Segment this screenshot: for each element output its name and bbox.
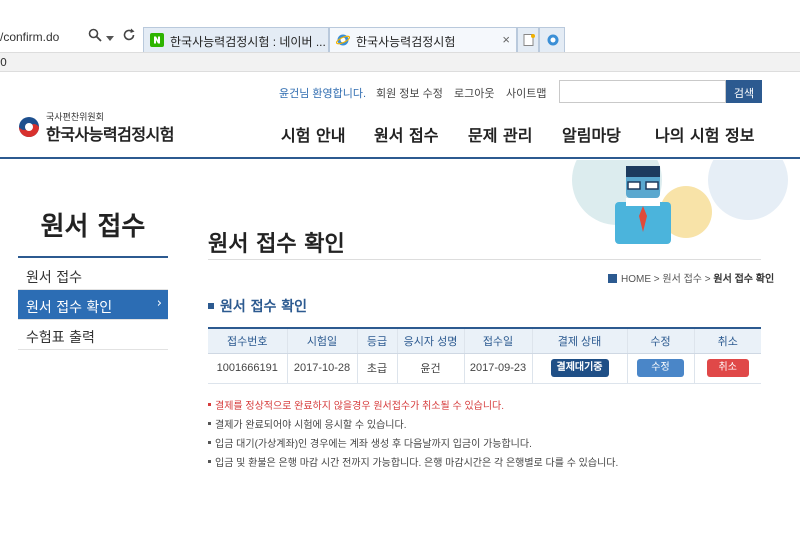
breadcrumb-separator: > (704, 274, 711, 285)
header-illustration (560, 160, 800, 250)
application-table: 접수번호 시험일 등급 응시자 성명 접수일 결제 상태 수정 취소 10016… (208, 327, 761, 384)
table-header: 접수번호 (208, 327, 287, 354)
bullet-icon (208, 422, 211, 425)
lnb-title: 원서 접수 (40, 212, 146, 242)
site-logo[interactable]: 국사편찬위원회 한국사능력검정시험 (18, 110, 178, 146)
payment-status-button[interactable]: 결제대기중 (550, 359, 609, 377)
edit-button[interactable]: 수정 (637, 359, 684, 377)
refresh-icon[interactable] (122, 28, 136, 46)
grade: 초급 (356, 353, 397, 384)
page-title: 원서 접수 확인 (208, 232, 345, 257)
notice-item: 결제가 완료되어야 시험에 응시할 수 있습니다. (208, 416, 618, 435)
table-header: 접수일 (463, 327, 532, 354)
payment-status-cell: 결제대기중 (531, 353, 627, 384)
gnb-exam-info[interactable]: 시험 안내 (281, 122, 345, 146)
breadcrumb-separator: > (653, 274, 660, 285)
lnb-item-application-confirm[interactable]: 원서 접수 확인 › (18, 290, 168, 320)
table-header: 응시자 성명 (396, 327, 464, 354)
lnb-item-application[interactable]: 원서 접수 (18, 260, 168, 290)
sitemap-link[interactable]: 사이트맵 (506, 85, 546, 101)
ie-logo-icon (546, 33, 560, 47)
notice-list: 결제를 정상적으로 완료하지 않을경우 원서접수가 취소될 수 있습니다. 결제… (208, 397, 618, 473)
chevron-right-icon: › (156, 296, 162, 311)
status-text: 0 (0, 56, 7, 69)
dropdown-arrow-icon[interactable] (106, 31, 114, 46)
search-button[interactable]: 검색 (726, 80, 762, 103)
section-title-text: 원서 접수 확인 (220, 299, 308, 315)
browser-tab-active[interactable]: 한국사능력검정시험 × (329, 27, 517, 52)
table-header-row: 접수번호 시험일 등급 응시자 성명 접수일 결제 상태 수정 취소 (208, 327, 761, 354)
notice-item: 결제를 정상적으로 완료하지 않을경우 원서접수가 취소될 수 있습니다. (208, 397, 618, 416)
gnb-my-exam-info[interactable]: 나의 시험 정보 (655, 122, 754, 146)
logo-title: 한국사능력검정시험 (46, 125, 174, 144)
gnb-notice[interactable]: 알림마당 (562, 122, 621, 146)
table-header: 등급 (356, 327, 397, 354)
bullet-icon (208, 441, 211, 444)
naver-favicon-icon (150, 33, 164, 47)
lnb-item-print-ticket[interactable]: 수험표 출력 (18, 320, 168, 350)
lnb-divider (18, 256, 168, 258)
tab-title: 한국사능력검정시험 : 네이버 ... (170, 35, 326, 49)
notice-item: 입금 대기(가상계좌)인 경우에는 계좌 생성 후 다음날까지 입금이 가능합니… (208, 435, 618, 454)
new-tab-button[interactable] (517, 27, 539, 52)
title-divider (208, 259, 761, 260)
gnb-application[interactable]: 원서 접수 (374, 122, 438, 146)
logo-emblem-icon (19, 117, 39, 137)
search-input[interactable] (559, 80, 726, 103)
breadcrumb-application[interactable]: 원서 접수 (662, 274, 702, 285)
search-icon[interactable] (88, 28, 102, 46)
tab-close-icon[interactable]: × (502, 32, 510, 47)
header-divider (0, 157, 800, 159)
new-tab-icon (522, 33, 536, 47)
utility-bar: 윤건님 환영합니다. 회원 정보 수정 로그아웃 사이트맵 검색 (0, 80, 800, 104)
ie-favicon-icon (335, 33, 351, 47)
receipt-date: 2017-09-23 (463, 353, 532, 384)
bullet-icon (208, 460, 211, 463)
gnb-question-management[interactable]: 문제 관리 (468, 122, 532, 146)
exam-date: 2017-10-28 (286, 353, 357, 384)
notice-text: 결제가 완료되어야 시험에 응시할 수 있습니다. (215, 420, 407, 431)
breadcrumb: HOME > 원서 접수 > 원서 접수 확인 (608, 270, 774, 285)
breadcrumb-home[interactable]: HOME (621, 274, 651, 285)
ie-button[interactable] (539, 27, 565, 52)
lnb-item-label: 원서 접수 (26, 270, 82, 286)
address-text[interactable]: /confirm.do (0, 30, 59, 44)
table-header: 결제 상태 (531, 327, 627, 354)
welcome-text: 윤건님 환영합니다. (279, 88, 367, 100)
lnb-item-label: 원서 접수 확인 (26, 300, 113, 316)
table-header: 취소 (693, 327, 761, 354)
browser-tab-naver[interactable]: 한국사능력검정시험 : 네이버 ... (143, 27, 329, 52)
table-header: 시험일 (286, 327, 357, 354)
section-bullet-icon (208, 303, 214, 309)
status-bar: 0 (0, 52, 800, 72)
logout-link[interactable]: 로그아웃 (454, 85, 494, 101)
notice-text: 입금 및 환불은 은행 마감 시간 전까지 가능합니다. 은행 마감시간은 각 … (215, 458, 619, 469)
notice-text: 입금 대기(가상계좌)인 경우에는 계좌 생성 후 다음날까지 입금이 가능합니… (215, 439, 532, 450)
section-title: 원서 접수 확인 (208, 296, 307, 316)
edit-cell: 수정 (626, 353, 694, 384)
edit-profile-link[interactable]: 회원 정보 수정 (376, 85, 443, 101)
receipt-number: 1001666191 (208, 353, 287, 384)
bullet-icon (208, 403, 211, 406)
cancel-cell: 취소 (693, 353, 761, 384)
lnb-item-label: 수험표 출력 (26, 330, 95, 346)
notice-text: 결제를 정상적으로 완료하지 않을경우 원서접수가 취소될 수 있습니다. (215, 401, 505, 412)
breadcrumb-current: 원서 접수 확인 (713, 274, 775, 285)
table-header: 수정 (626, 327, 694, 354)
applicant-name: 윤건 (396, 353, 464, 384)
table-row: 1001666191 2017-10-28 초급 윤건 2017-09-23 결… (208, 353, 761, 384)
browser-chrome: /confirm.do 한국사능력검정시험 : 네이버 ... 한국사능력검정시… (0, 0, 800, 72)
notice-item: 입금 및 환불은 은행 마감 시간 전까지 가능합니다. 은행 마감시간은 각 … (208, 454, 618, 473)
tab-title: 한국사능력검정시험 (356, 35, 456, 49)
cancel-button[interactable]: 취소 (706, 359, 749, 377)
home-icon (608, 274, 617, 283)
